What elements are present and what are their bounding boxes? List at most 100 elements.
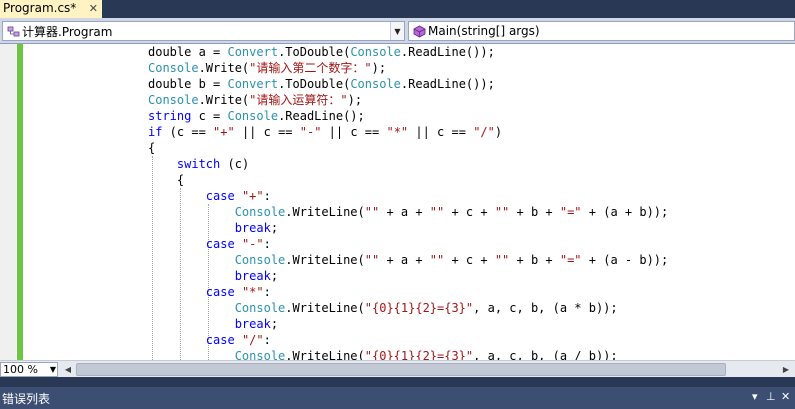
code-token: : [263,285,271,299]
code-token: Console [234,205,286,219]
document-tab-strip: Program.cs* ✕ [0,0,795,18]
code-token: + (a - b)); [581,253,669,267]
code-token: "" [364,253,380,267]
tab-program-cs[interactable]: Program.cs* ✕ [0,0,102,18]
code-token: break [234,269,271,283]
code-line[interactable]: case "/": [148,332,668,348]
code-token: "" [494,253,510,267]
code-token: "/" [473,125,495,139]
code-token: case [205,285,235,299]
code-line[interactable]: string c = Console.ReadLine(); [148,108,668,124]
code-token: + b + [509,205,560,219]
code-line[interactable]: break; [148,220,668,236]
member-dropdown[interactable]: Main(string[] args) [408,21,795,41]
code-token: "请输入第二个数字：" [249,61,372,75]
code-token: .ReadLine(); [278,109,365,123]
code-line[interactable]: break; [148,316,668,332]
code-line[interactable]: double a = Convert.ToDouble(Console.Read… [148,44,668,60]
code-token: break [234,317,271,331]
code-token: : [263,189,271,203]
code-token: Console [234,349,286,360]
code-token: , a, c, b, (a * b)); [473,301,618,315]
code-token: || c == [234,125,300,139]
code-line[interactable]: case "*": [148,284,668,300]
code-token: "" [429,253,445,267]
code-line[interactable]: break; [148,268,668,284]
change-tracking-bar [17,44,23,360]
code-token: "*" [386,125,409,139]
member-dropdown-value: Main(string[] args) [428,24,540,38]
class-dropdown[interactable]: 计算器.Program ▼ [2,21,405,41]
code-token: ; [270,317,279,331]
chevron-down-icon[interactable]: ▼ [50,363,56,376]
code-token: "请输入运算符：" [249,93,348,107]
tab-title: Program.cs* [3,1,77,15]
code-token: "-" [299,125,322,139]
code-token: .ToDouble( [278,45,351,59]
code-line[interactable]: if (c == "+" || c == "-" || c == "*" || … [148,124,668,140]
code-line[interactable]: case "+": [148,188,668,204]
code-line[interactable]: { [148,140,668,156]
code-line[interactable]: Console.WriteLine("{0}{1}{2}={3}", a, c,… [148,348,668,360]
code-token: "" [429,205,445,219]
navigation-bar: 计算器.Program ▼ Main(string[] args) [0,18,795,44]
code-token: || c == [321,125,387,139]
code-line[interactable]: case "-": [148,236,668,252]
code-line[interactable]: double b = Convert.ToDouble(Console.Read… [148,76,668,92]
code-line[interactable]: Console.Write("请输入运算符："); [148,92,668,108]
class-dropdown-value: 计算器.Program [22,24,113,39]
code-token: .WriteLine( [285,349,365,360]
panel-separator [0,377,795,387]
code-token: Console [350,77,401,91]
scroll-left-icon[interactable]: ◀ [60,362,76,377]
code-token: case [205,237,235,251]
chevron-down-icon[interactable]: ▼ [390,22,404,40]
code-token: ) [494,125,503,139]
code-line[interactable]: Console.WriteLine("" + a + "" + c + "" +… [148,204,669,220]
code-line[interactable]: { [148,172,668,188]
dropdown-icon[interactable]: ▾ [752,390,758,403]
code-token: .WriteLine( [285,301,365,315]
code-line[interactable]: switch (c) [148,156,668,172]
code-token: if [148,125,163,139]
code-token: { [148,141,156,155]
code-token: double b = [148,77,228,91]
code-token: + a + [379,205,430,219]
code-token: "*" [241,285,264,299]
code-token: + c + [444,205,495,219]
code-token: Console [234,253,286,267]
code-token: + b + [509,253,560,267]
code-token: + c + [444,253,495,267]
error-list-panel-header[interactable]: 错误列表 ▾ ⊥ ✕ [0,387,795,409]
code-token: || c == [408,125,474,139]
code-token: "" [364,205,380,219]
code-token: .WriteLine( [285,253,365,267]
code-line[interactable]: Console.WriteLine("{0}{1}{2}={3}", a, c,… [148,300,668,316]
scrollbar-thumb[interactable] [76,363,726,376]
panel-title: 错误列表 [2,391,51,406]
code-token: c = [191,109,228,123]
code-token: .Write( [198,93,250,107]
code-token: .ReadLine()); [400,77,495,91]
pin-icon[interactable]: ⊥ [766,390,776,403]
close-icon[interactable]: ✕ [89,2,98,15]
code-token: + (a + b)); [581,205,669,219]
code-text[interactable]: double a = Convert.ToDouble(Console.Read… [148,44,668,360]
code-line[interactable]: Console.WriteLine("" + a + "" + c + "" +… [148,252,669,268]
scroll-right-icon[interactable]: ▶ [778,362,794,377]
code-token: case [205,189,235,203]
code-editor[interactable]: double a = Convert.ToDouble(Console.Read… [0,44,795,360]
code-token: "=" [559,205,582,219]
close-icon[interactable]: ✕ [781,390,790,403]
code-token: string [148,109,192,123]
zoom-dropdown[interactable]: 100 % ▼ [0,362,58,377]
code-token: Console [234,301,286,315]
code-line[interactable]: Console.Write("请输入第二个数字："); [148,60,668,76]
class-icon [6,24,20,38]
